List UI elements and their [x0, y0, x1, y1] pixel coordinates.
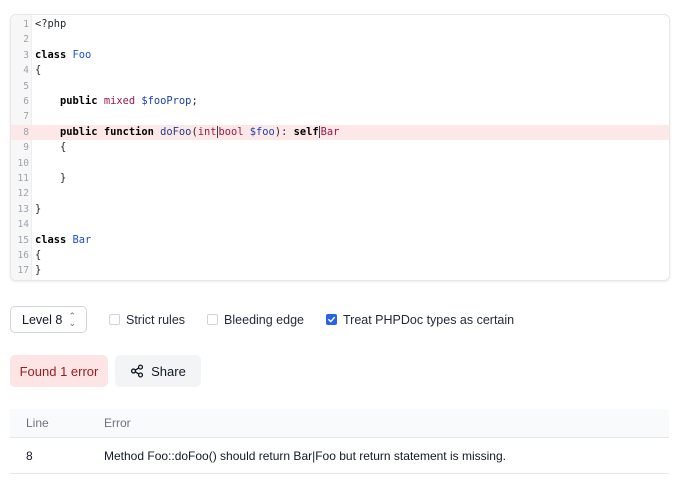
code-token: ;: [191, 95, 198, 107]
line-number: 14: [17, 219, 29, 231]
code-editor[interactable]: 1 <?php 2 3 class Foo 4{5 6 public mixed $fooP…: [10, 14, 670, 281]
code-line[interactable]: 8 public function doFoo(int bool $foo): s…: [11, 124, 669, 141]
code-line[interactable]: 11 }: [11, 171, 669, 186]
code-token: self: [293, 125, 319, 138]
code-text: {: [35, 140, 66, 155]
phpdoc-certain-box[interactable]: [325, 314, 337, 325]
header-error: Error: [104, 416, 131, 430]
check-icon: [328, 316, 336, 323]
code-token: }: [35, 202, 42, 215]
code-line[interactable]: 17}: [11, 263, 669, 278]
level-select[interactable]: Level 8 ⌃ ⌄: [10, 306, 87, 333]
code-token: {: [35, 249, 42, 261]
share-button[interactable]: Share: [115, 355, 201, 387]
code-token: <?php: [35, 18, 67, 30]
code-token: int: [197, 125, 217, 138]
line-number: 11: [17, 173, 29, 184]
code-token: $fooProp: [141, 95, 192, 107]
code-line[interactable]: 5: [11, 79, 669, 94]
line-number: 12: [17, 188, 29, 200]
code-text: }: [35, 263, 41, 278]
chevron-updown-icon: ⌃ ⌄: [68, 310, 76, 328]
strict-rules-label: Strict rules: [126, 312, 186, 327]
line-number: 1: [23, 19, 29, 30]
code-token: class: [35, 48, 67, 61]
code-line[interactable]: 13}: [11, 202, 669, 217]
line-number: 4: [23, 65, 29, 77]
error-count-badge: Found 1 error: [10, 355, 108, 387]
code-text: class Foo: [35, 48, 91, 63]
code-line[interactable]: 7: [11, 109, 669, 124]
code-line[interactable]: 4{: [11, 63, 669, 78]
table-row: 8 Method Foo::doFoo() should return Bar|…: [10, 438, 669, 474]
code-token: }: [35, 264, 42, 277]
phpdoc-certain-checkbox[interactable]: Treat PHPDoc types as certain: [325, 312, 515, 327]
line-number: 7: [23, 111, 29, 123]
line-number: 3: [23, 49, 29, 61]
line-number: 5: [23, 80, 29, 92]
code-text: public function doFoo(int bool $foo): sel…: [35, 125, 339, 140]
bleeding-edge-checkbox[interactable]: Bleeding edge: [207, 313, 304, 327]
share-icon: [131, 364, 144, 378]
error-line-number: 8: [26, 448, 33, 463]
errors-table-header: Line Error: [10, 409, 669, 438]
code-line[interactable]: 6 public mixed $fooProp;: [11, 94, 669, 109]
line-number: 9: [23, 142, 29, 154]
header-line: Line: [26, 416, 49, 430]
line-number: 8: [23, 126, 29, 138]
level-select-value: Level 8: [22, 312, 63, 327]
code-line[interactable]: 12: [11, 186, 669, 201]
line-number: 10: [17, 157, 29, 169]
code-text: {: [35, 248, 41, 263]
code-line[interactable]: 15 class Bar: [11, 233, 669, 248]
bleeding-edge-label: Bleeding edge: [224, 312, 304, 327]
code-line[interactable]: 1 <?php: [11, 17, 669, 32]
line-number: 15: [17, 234, 29, 246]
code-text: class Bar: [35, 233, 91, 248]
line-number: 13: [17, 203, 29, 215]
code-token: Foo: [72, 48, 92, 61]
line-number: 17: [17, 265, 29, 277]
code-token: class: [35, 233, 67, 246]
code-text: {: [35, 63, 41, 78]
code-line[interactable]: 2: [11, 32, 669, 47]
analysis-options: Level 8 ⌃ ⌄ Strict rules Bleeding edge Tr…: [10, 305, 514, 334]
code-token: public: [60, 125, 98, 138]
code-token: Bar: [320, 125, 340, 138]
code-token: Bar: [72, 233, 92, 246]
code-token: $foo: [249, 125, 275, 138]
code-text: <?php: [35, 17, 66, 32]
code-token: doFoo: [160, 125, 192, 138]
code-text: }: [35, 171, 66, 186]
strict-rules-box[interactable]: [109, 314, 120, 325]
code-token: mixed: [103, 95, 136, 107]
code-line[interactable]: 9 {: [11, 140, 669, 155]
line-number: 6: [23, 96, 29, 107]
error-message: Method Foo::doFoo() should return Bar|Fo…: [104, 448, 506, 463]
code-token: function: [103, 125, 154, 138]
code-token: public: [60, 95, 98, 107]
code-line[interactable]: 3 class Foo: [11, 48, 669, 63]
strict-rules-checkbox[interactable]: Strict rules: [109, 313, 185, 327]
code-text: }: [35, 202, 41, 217]
code-token: }: [35, 172, 67, 184]
code-token: {: [35, 64, 42, 77]
bleeding-edge-box[interactable]: [207, 314, 219, 325]
phpdoc-certain-label: Treat PHPDoc types as certain: [342, 312, 515, 327]
code-token: {: [35, 141, 67, 154]
code-token: bool: [218, 125, 244, 138]
code-line[interactable]: 10: [11, 156, 669, 171]
line-number: 2: [23, 34, 29, 46]
share-button-label: Share: [151, 363, 186, 379]
code-token: ):: [274, 125, 294, 138]
code-text: public mixed $fooProp;: [35, 94, 198, 109]
code-line[interactable]: 16 {: [11, 248, 669, 263]
errors-table: Line Error 8 Method Foo::doFoo() should …: [10, 409, 669, 474]
line-number: 16: [17, 250, 29, 261]
code-line[interactable]: 14: [11, 217, 669, 232]
